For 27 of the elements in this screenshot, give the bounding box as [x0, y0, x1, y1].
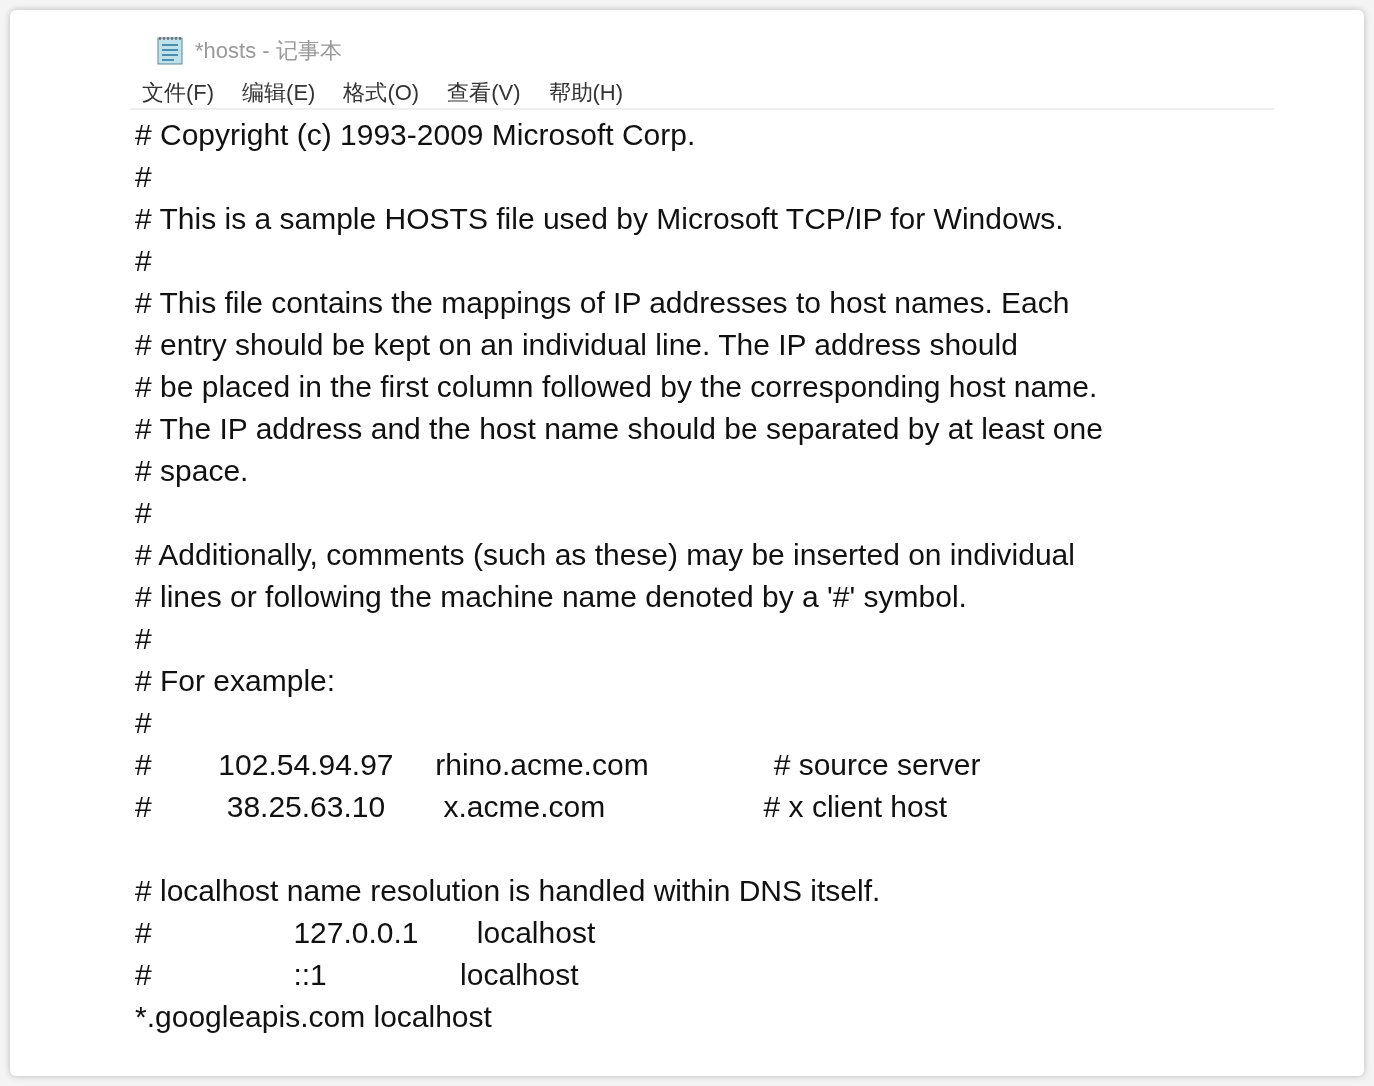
text-line: #	[135, 622, 152, 655]
text-line: #	[135, 160, 152, 193]
text-line: # 127.0.0.1 localhost	[135, 916, 596, 949]
text-line: # This is a sample HOSTS file used by Microsoft TCP/IP for Windows.	[135, 202, 1064, 235]
window-title: *hosts - 记事本	[195, 36, 342, 65]
text-line: #	[135, 706, 152, 739]
text-line: # space.	[135, 454, 249, 487]
text-line: # localhost name resolution is handled within DNS itself.	[135, 874, 881, 907]
text-line: # Copyright (c) 1993-2009 Microsoft Corp.	[135, 118, 696, 151]
text-line: *.googleapis.com localhost	[135, 1000, 492, 1033]
text-line: # lines or following the machine name denoted by a '#' symbol.	[135, 580, 967, 613]
text-line: # ::1 localhost	[135, 958, 579, 991]
text-line: # 38.25.63.10 x.acme.com # x client host	[135, 790, 948, 823]
text-line: #	[135, 244, 152, 277]
menu-item[interactable]: 查看(V)	[447, 75, 521, 109]
text-line: # Additionally, comments (such as these) may be inserted on individual	[135, 538, 1075, 571]
text-line: # entry should be kept on an individual line. The IP address should	[135, 328, 1018, 361]
menu-item[interactable]: 编辑(E)	[242, 75, 316, 109]
text-line: # This file contains the mappings of IP addresses to host names. Each	[135, 286, 1070, 319]
menu-item[interactable]: 文件(F)	[142, 75, 215, 109]
text-line: # be placed in the first column followed by the corresponding host name.	[135, 370, 1098, 403]
menu-item[interactable]: 格式(O)	[343, 75, 420, 109]
menu-item[interactable]: 帮助(H)	[548, 75, 624, 109]
text-line: # The IP address and the host name should be separated by at least one	[135, 412, 1103, 445]
text-line: # 102.54.94.97 rhino.acme.com # source server	[135, 748, 981, 781]
text-line: #	[135, 496, 152, 529]
text-line: # For example:	[135, 664, 336, 697]
